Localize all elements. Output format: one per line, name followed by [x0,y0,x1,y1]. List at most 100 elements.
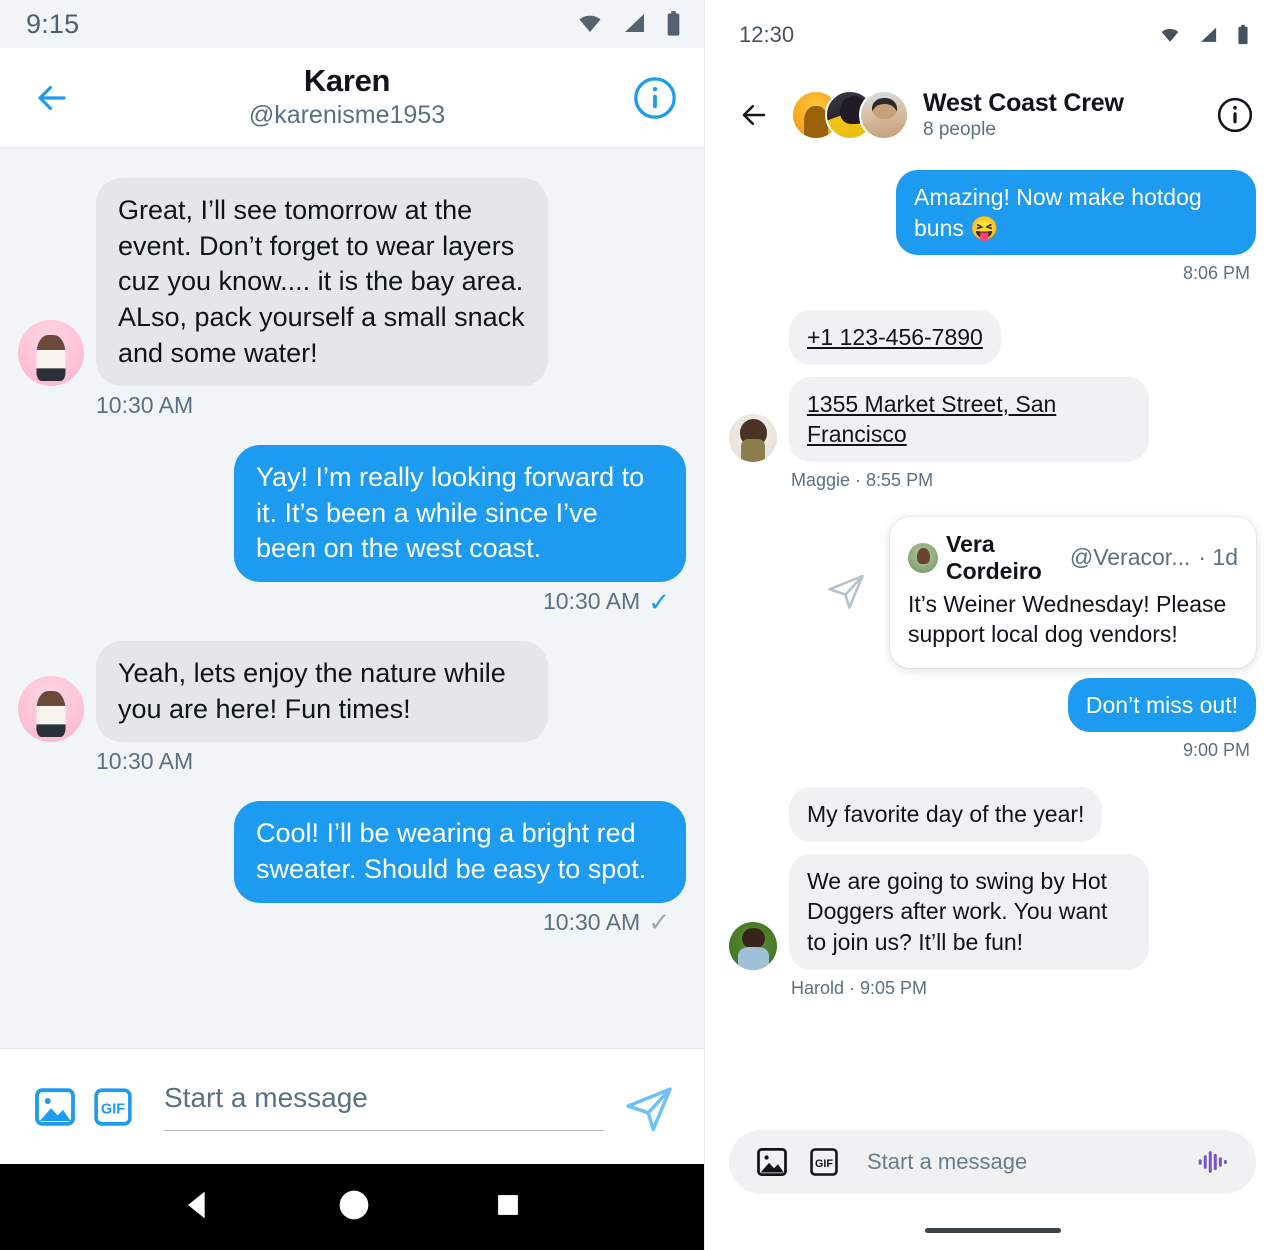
status-clock: 12:30 [739,22,795,47]
group-member-count: 8 people [923,119,996,141]
message-bubble-link[interactable]: 1355 Market Street, San Francisco [789,376,1149,462]
right-status-bar: 12:30 [705,0,1280,70]
right-message-composer: GIF Start a message [705,1114,1280,1210]
wifi-icon [1161,28,1179,42]
gif-icon: GIF [810,1148,838,1176]
group-member-avatar [859,90,909,140]
android-navigation-bar [0,1164,704,1250]
message-input-placeholder: Start a message [164,1082,368,1113]
message-row-outgoing: Cool! I’ll be wearing a bright red sweat… [18,801,686,903]
message-bubble[interactable]: My favorite day of the year! [789,787,1103,842]
quoted-tweet-body: It’s Weiner Wednesday! Please support lo… [908,590,1227,647]
message-bubble-link[interactable]: +1 123-456-7890 [789,310,1001,365]
sent-receipt-check-icon: ✓ [648,907,670,937]
message-input-placeholder[interactable]: Start a message [867,1149,1192,1175]
image-icon [757,1148,787,1176]
message-row-incoming: Yeah, lets enjoy the nature while you ar… [18,641,686,743]
gif-icon: GIF [94,1087,132,1126]
group-avatar-stack[interactable] [791,90,909,140]
left-status-bar: 9:15 [0,0,704,48]
message-bubble[interactable]: Cool! I’ll be wearing a bright red sweat… [234,801,686,903]
right-conversation-header: West Coast Crew 8 people [705,70,1280,160]
avatar[interactable] [18,676,84,743]
message-row-incoming: +1 123-456-7890 [729,310,1256,365]
wifi-icon [579,15,601,32]
send-button[interactable] [620,1078,678,1136]
voice-message-button[interactable] [1192,1141,1234,1183]
read-receipt-check-icon: ✓ [648,586,670,617]
conversation-title-block[interactable]: Karen @karenisme1953 [72,62,622,131]
signal-icon [625,14,644,32]
avatar[interactable] [729,921,777,970]
attach-image-button[interactable] [26,1078,84,1136]
back-button[interactable] [731,95,777,135]
nav-recents-square-icon [498,1194,519,1215]
nav-back-button[interactable] [178,1185,218,1230]
svg-text:GIF: GIF [815,1158,833,1170]
quoted-tweet-author-handle: @Veracor... [1069,544,1191,571]
right-phone-screen: 12:30 West Coast Crew 8 people Amazing! … [705,0,1280,1250]
avatar[interactable] [18,320,84,387]
info-icon [634,76,676,119]
battery-icon [667,11,680,36]
message-row-outgoing: Yay! I’m really looking forward to it. I… [18,445,686,582]
message-bubble[interactable]: Great, I’ll see tomorrow at the event. D… [96,178,548,387]
message-timestamp: 10:30 AM [96,392,194,419]
info-icon [1217,97,1253,133]
phone-number-link[interactable]: +1 123-456-7890 [807,324,983,350]
message-bubble[interactable]: We are going to swing by Hot Doggers aft… [789,853,1149,970]
message-bubble[interactable]: Amazing! Now make hotdog buns 😝 [896,170,1256,256]
quoted-tweet-author-row: Vera Cordeiro @Veracor... · 1d [908,531,1238,585]
avatar-spacer [729,794,777,842]
message-row-incoming: Great, I’ll see tomorrow at the event. D… [18,178,686,387]
message-status-row: 10:30 AM ✓ [18,588,670,615]
message-timestamp: 8:06 PM [1182,263,1250,284]
nav-recents-button[interactable] [490,1187,526,1228]
status-icons [1158,24,1250,46]
conversation-info-button[interactable] [1208,96,1254,134]
quoted-tweet-author-name: Vera Cordeiro [946,530,1042,584]
address-link[interactable]: 1355 Market Street, San Francisco [807,391,1056,448]
message-row-incoming: We are going to swing by Hot Doggers aft… [729,853,1256,970]
back-arrow-icon [742,105,766,125]
share-send-icon [828,574,864,609]
svg-text:GIF: GIF [101,1101,125,1117]
message-input-field[interactable]: Start a message [164,1082,604,1131]
right-message-thread[interactable]: Amazing! Now make hotdog buns 😝 8:06 PM … [705,160,1280,1114]
avatar[interactable] [729,413,777,462]
message-bubble[interactable]: Don’t miss out! [1067,677,1256,733]
attach-gif-button[interactable]: GIF [803,1141,845,1183]
page-title: West Coast Crew [923,88,1124,117]
user-handle: @karenisme1953 [248,100,446,129]
attach-image-button[interactable] [751,1141,793,1183]
message-timestamp: 10:30 AM [96,748,194,775]
message-bubble[interactable]: Yay! I’m really looking forward to it. I… [234,445,686,582]
status-icons [575,10,682,38]
message-sender-timestamp: Harold · 9:05 PM [791,977,928,998]
message-bubble[interactable]: Yeah, lets enjoy the nature while you ar… [96,641,548,743]
back-button[interactable] [26,76,78,120]
left-phone-screen: 9:15 Karen @karenisme1953 Great, I’ll se… [0,0,705,1250]
attach-gif-button[interactable]: GIF [84,1078,142,1136]
share-send-button[interactable] [824,568,868,617]
group-title-block[interactable]: West Coast Crew 8 people [923,89,1208,142]
message-sender-timestamp: Maggie · 8:55 PM [791,469,934,490]
signal-icon [1201,27,1217,42]
conversation-info-button[interactable] [622,75,678,121]
home-indicator-bar [924,1227,1061,1233]
message-timestamp: 9:00 PM [1182,740,1250,761]
left-message-thread[interactable]: Great, I’ll see tomorrow at the event. D… [0,148,704,1049]
message-timestamp: 10:30 AM [543,908,641,935]
quoted-tweet-card[interactable]: Vera Cordeiro @Veracor... · 1d It’s Wein… [890,516,1256,668]
battery-icon [1238,24,1248,45]
message-input-pill[interactable]: GIF Start a message [729,1130,1256,1194]
nav-home-circle-icon [339,1190,369,1219]
nav-home-button[interactable] [333,1184,375,1231]
left-conversation-header: Karen @karenisme1953 [0,48,704,148]
message-row-outgoing: Amazing! Now make hotdog buns 😝 [729,170,1256,256]
nav-back-triangle-icon [187,1191,205,1218]
left-message-composer: GIF Start a message [0,1049,704,1164]
dual-phone-screenshot: 9:15 Karen @karenisme1953 Great, I’ll se… [0,0,1280,1250]
message-row-outgoing: Don’t miss out! [729,677,1256,733]
page-title: Karen [303,62,391,98]
